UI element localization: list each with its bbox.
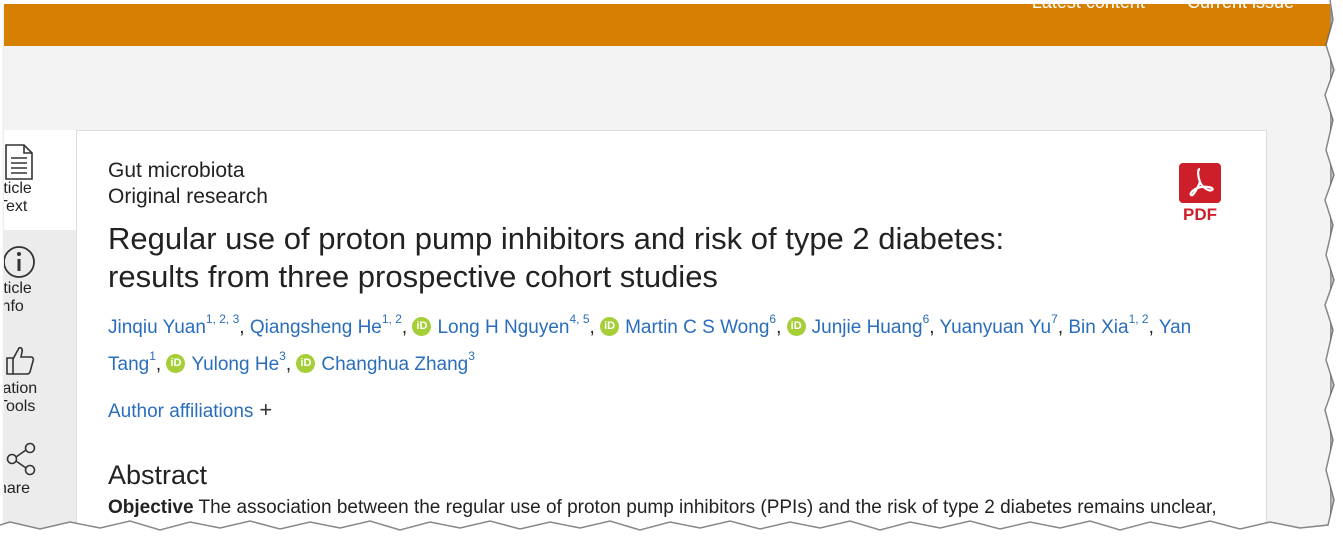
sidebar-item-citation-tools[interactable]: tation Tools [4,330,76,430]
pdf-download-button[interactable]: PDF [1179,163,1223,225]
sidebar-item-label: info [4,298,24,315]
thumbs-up-icon [6,346,35,375]
orcid-icon[interactable]: iD [786,316,806,336]
sidebar-item-article-info[interactable]: rticle info [4,230,76,330]
author-list: Jinqiu Yuan1, 2, 3, Qiangsheng He1, 2, i… [108,312,1192,375]
sidebar-item-label: Text [4,198,28,215]
author-affiliations-toggle[interactable]: Author affiliations + [108,398,272,424]
author-link[interactable]: Qiangsheng He [250,317,382,338]
orcid-icon[interactable]: iD [412,316,432,336]
article-type: Original research [108,185,268,208]
title-line: results from three prospective cohort st… [108,259,718,294]
sidebar-item-label: rticle [4,280,32,297]
share-icon [6,442,36,476]
author-affiliation-ref[interactable]: 6 [923,312,930,326]
nav-latest-content[interactable]: Latest content [1032,4,1145,13]
abstract-objective-text: The association between the regular use … [198,497,1217,518]
sidebar-item-article-text[interactable]: rticle Text [4,130,76,230]
document-icon [5,144,33,180]
sidebar-item-label: hare [4,480,31,497]
sidebar-item-label: Tools [4,398,36,415]
plus-icon: + [259,397,273,422]
orcid-icon[interactable]: iD [296,353,316,373]
author-affiliation-ref[interactable]: 1, 2, 3 [206,312,239,326]
abstract-objective: Objective The association between the re… [108,495,1258,521]
browser-page: Latest content Current issue rticle Text [4,4,1330,540]
sidebar-item-share[interactable]: hare [4,430,76,510]
affiliations-label: Author affiliations [108,401,254,422]
author-link[interactable]: Bin Xia [1068,317,1128,338]
author-link[interactable]: Yulong He [191,354,279,375]
author-link[interactable]: Yuanyuan Yu [939,317,1051,338]
article-panel: Gut microbiota Original research PDF Reg… [76,130,1267,540]
article-title: Regular use of proton pump inhibitors an… [108,220,1108,296]
site-header-bar: Latest content Current issue [4,4,1330,46]
sidebar-item-label: tation [4,380,38,397]
sidebar-item-label: rticle [4,180,32,197]
info-icon [4,246,35,278]
author-affiliation-ref[interactable]: 1 [149,349,156,363]
nav-current-issue[interactable]: Current issue [1187,4,1294,13]
author-link[interactable]: Long H Nguyen [437,317,569,338]
abstract-objective-label: Objective [108,497,194,518]
orcid-icon[interactable]: iD [166,353,186,373]
author-affiliation-ref[interactable]: 1, 2 [382,312,402,326]
abstract-heading: Abstract [108,460,208,490]
author-affiliation-ref[interactable]: 4, 5 [570,312,590,326]
author-affiliation-ref[interactable]: 1, 2 [1129,312,1149,326]
author-link[interactable]: Junjie Huang [812,317,923,338]
author-affiliation-ref[interactable]: 3 [279,349,286,363]
author-affiliation-ref[interactable]: 3 [468,349,475,363]
pdf-icon [1179,163,1221,203]
author-link[interactable]: Changhua Zhang [321,354,468,375]
article-sidebar: rticle Text rticle info tation Tools [4,130,77,540]
author-link[interactable]: Martin C S Wong [625,317,769,338]
orcid-icon[interactable]: iD [600,316,620,336]
author-affiliation-ref[interactable]: 6 [769,312,776,326]
pdf-label: PDF [1183,205,1217,224]
top-navigation: Latest content Current issue [1032,4,1294,13]
author-link[interactable]: Jinqiu Yuan [108,317,206,338]
title-line: Regular use of proton pump inhibitors an… [108,221,1005,256]
author-affiliation-ref[interactable]: 7 [1051,312,1058,326]
article-section: Gut microbiota [108,159,245,182]
